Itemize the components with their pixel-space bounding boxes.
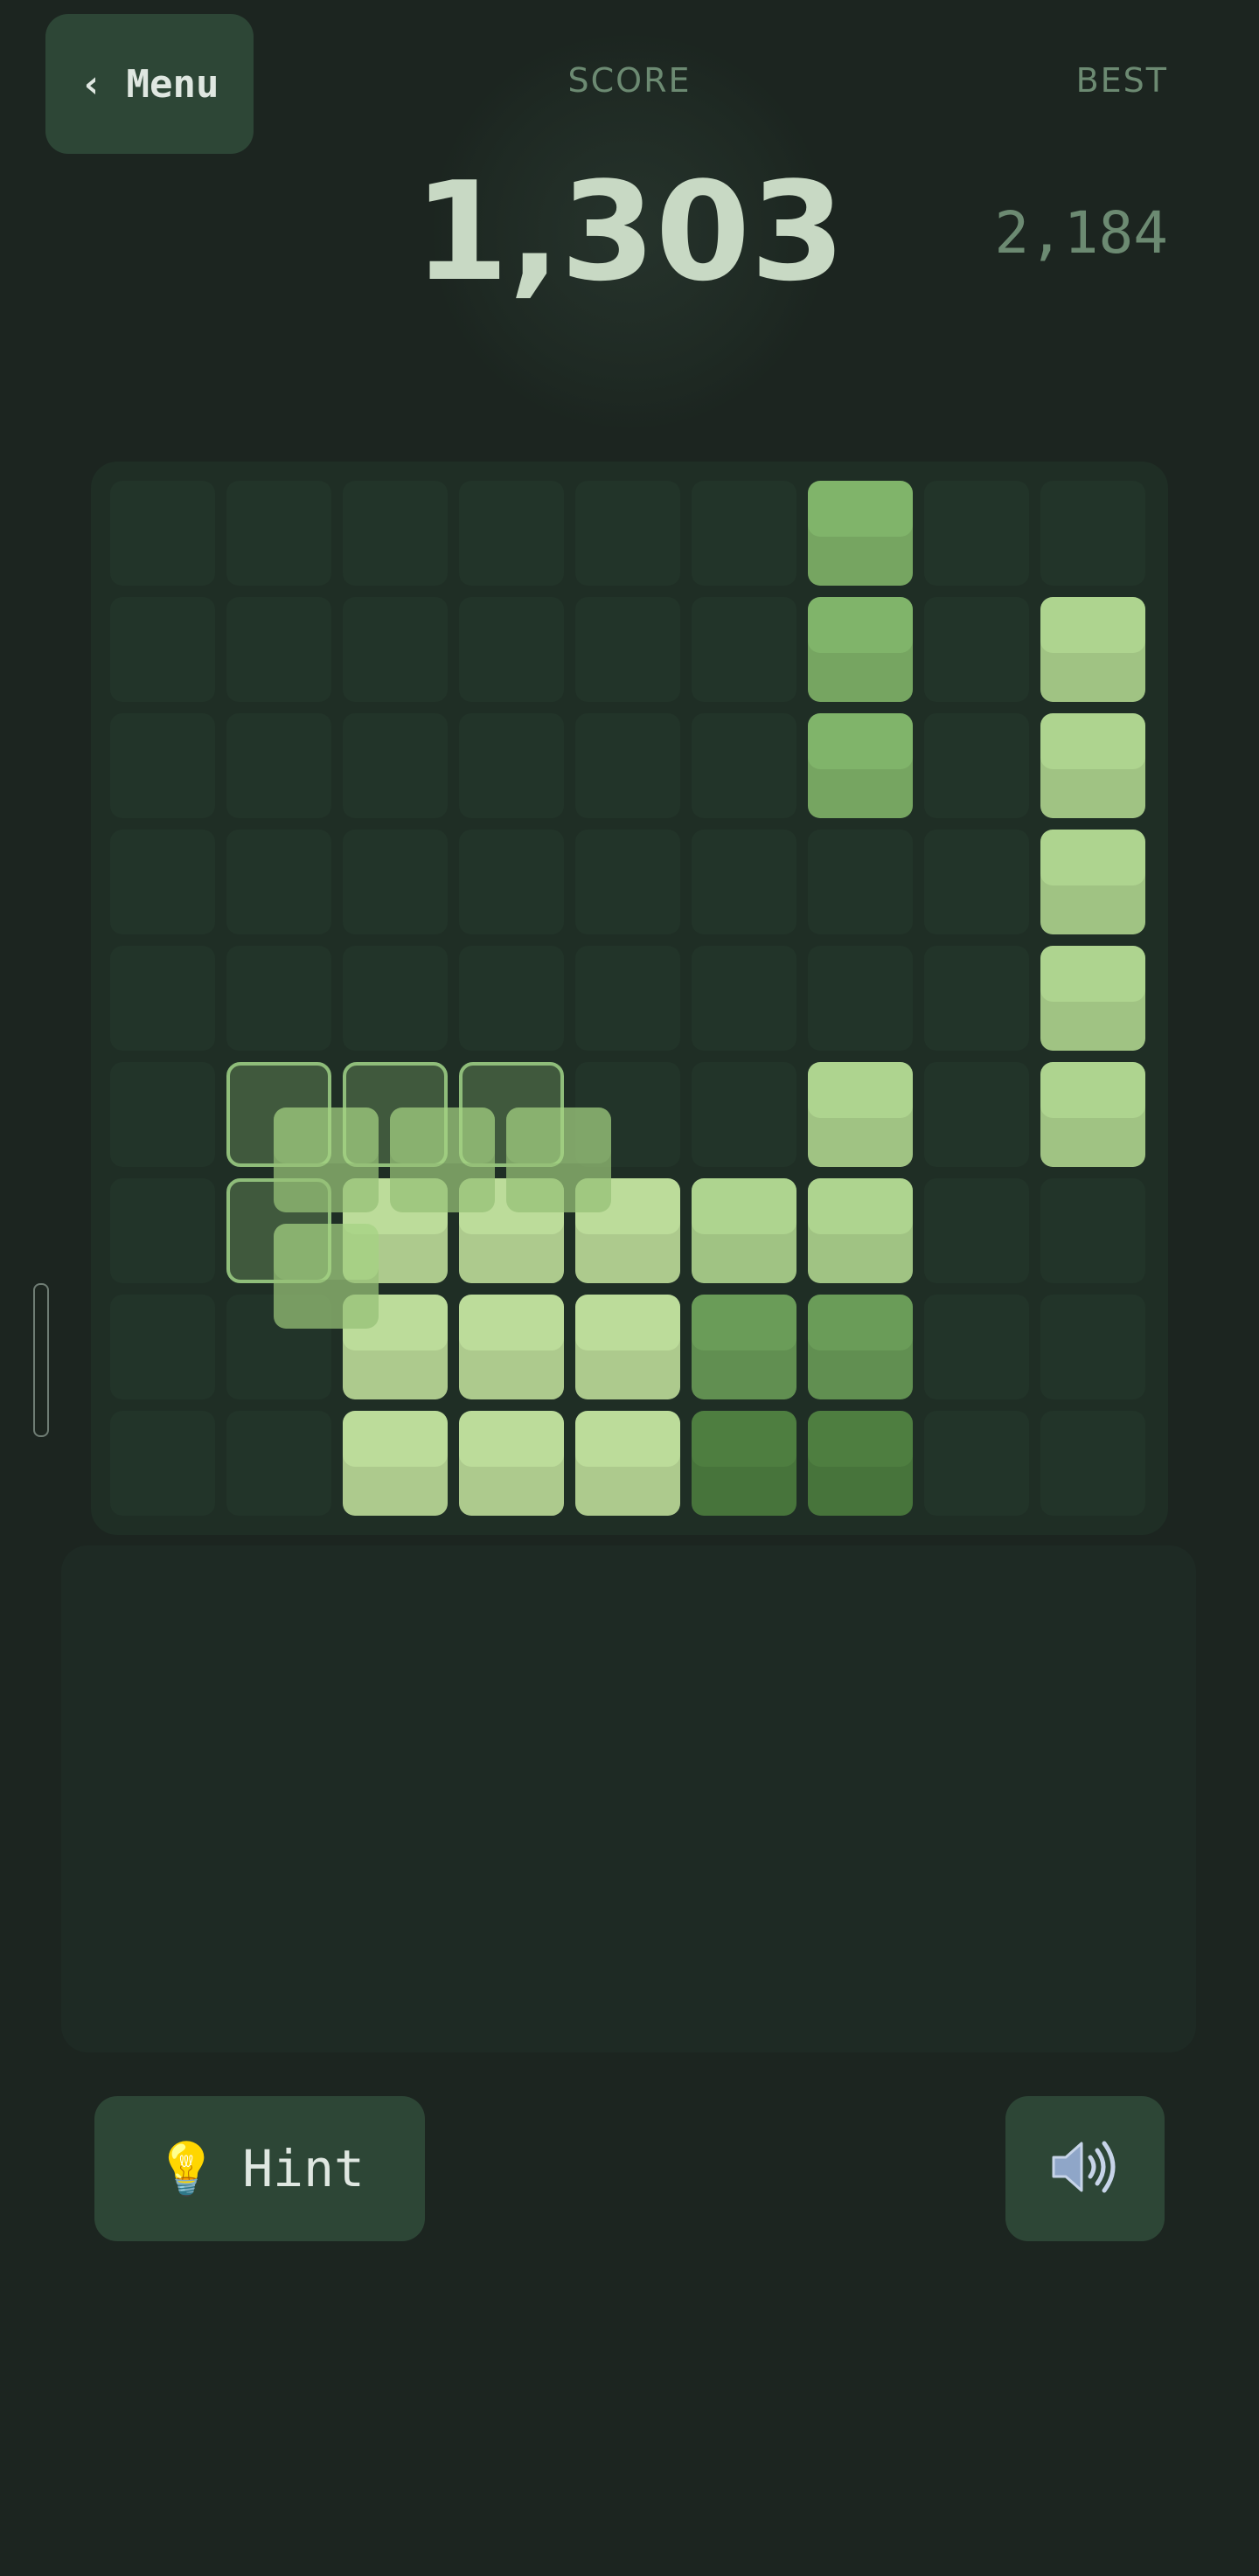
board-cell-empty[interactable] xyxy=(343,946,448,1051)
speaker-icon xyxy=(1048,2136,1122,2201)
board-cell-filled[interactable] xyxy=(692,1178,796,1283)
board-cell-filled[interactable] xyxy=(808,713,913,818)
board-cell-empty[interactable] xyxy=(575,713,680,818)
board-cell-filled[interactable] xyxy=(575,1295,680,1399)
board-cell-empty[interactable] xyxy=(575,597,680,702)
dragged-piece-block[interactable] xyxy=(506,1107,611,1212)
board-cell-empty[interactable] xyxy=(343,830,448,934)
board-cell-empty[interactable] xyxy=(924,1411,1029,1516)
board-cell-filled[interactable] xyxy=(459,1411,564,1516)
board-cell-empty[interactable] xyxy=(343,481,448,586)
board-cell-empty[interactable] xyxy=(226,597,331,702)
board-cell-empty[interactable] xyxy=(808,946,913,1051)
board-cell-empty[interactable] xyxy=(459,713,564,818)
sound-button[interactable] xyxy=(1005,2096,1165,2241)
board-cell-filled[interactable] xyxy=(459,1295,564,1399)
board-cell-empty[interactable] xyxy=(692,830,796,934)
board-cell-empty[interactable] xyxy=(924,713,1029,818)
board-cell-empty[interactable] xyxy=(459,481,564,586)
board-cell-empty[interactable] xyxy=(110,1062,215,1167)
score-value: 1,303 xyxy=(414,152,845,311)
board-cell-empty[interactable] xyxy=(924,1295,1029,1399)
board-cell-empty[interactable] xyxy=(575,481,680,586)
board-cell-filled[interactable] xyxy=(1040,946,1145,1051)
board-cell-empty[interactable] xyxy=(110,1178,215,1283)
board-cell-filled[interactable] xyxy=(1040,1062,1145,1167)
scroll-handle[interactable] xyxy=(33,1283,49,1437)
menu-button[interactable]: ‹ Menu xyxy=(45,14,254,154)
board-cell-empty[interactable] xyxy=(1040,1411,1145,1516)
board-cell-filled[interactable] xyxy=(808,1411,913,1516)
board-cell-filled[interactable] xyxy=(808,1062,913,1167)
dragged-piece-block[interactable] xyxy=(274,1107,379,1212)
board-cell-empty[interactable] xyxy=(226,830,331,934)
board-cell-empty[interactable] xyxy=(692,597,796,702)
board-cell-empty[interactable] xyxy=(110,946,215,1051)
game-board[interactable] xyxy=(91,462,1168,1535)
board-cell-filled[interactable] xyxy=(808,1178,913,1283)
board-cell-empty[interactable] xyxy=(692,481,796,586)
hint-label: Hint xyxy=(242,2139,365,2198)
board-cell-filled[interactable] xyxy=(1040,830,1145,934)
game-screen: ‹ Menu SCORE 1,303 BEST 2,184 💡 Hint xyxy=(0,0,1259,2576)
board-cell-empty[interactable] xyxy=(1040,481,1145,586)
board-cell-empty[interactable] xyxy=(808,830,913,934)
board-cell-filled[interactable] xyxy=(1040,597,1145,702)
board-cell-empty[interactable] xyxy=(110,1295,215,1399)
board-cell-empty[interactable] xyxy=(924,830,1029,934)
best-value: 2,184 xyxy=(994,199,1168,267)
board-cell-empty[interactable] xyxy=(924,946,1029,1051)
board-cell-empty[interactable] xyxy=(459,946,564,1051)
board-cell-empty[interactable] xyxy=(924,481,1029,586)
dragged-piece-block[interactable] xyxy=(390,1107,495,1212)
board-cell-empty[interactable] xyxy=(110,597,215,702)
board-cell-empty[interactable] xyxy=(692,1062,796,1167)
board-cell-filled[interactable] xyxy=(692,1411,796,1516)
dragged-piece-block[interactable] xyxy=(274,1224,379,1329)
board-cell-empty[interactable] xyxy=(226,946,331,1051)
board-cell-empty[interactable] xyxy=(1040,1178,1145,1283)
board-cell-empty[interactable] xyxy=(110,713,215,818)
board-cell-empty[interactable] xyxy=(110,1411,215,1516)
best-label: BEST xyxy=(1075,61,1168,100)
score-label: SCORE xyxy=(567,61,692,100)
lightbulb-icon: 💡 xyxy=(155,2139,219,2198)
board-cell-filled[interactable] xyxy=(575,1411,680,1516)
board-cell-empty[interactable] xyxy=(110,481,215,586)
hint-button[interactable]: 💡 Hint xyxy=(94,2096,425,2241)
board-cell-filled[interactable] xyxy=(1040,713,1145,818)
board-cell-empty[interactable] xyxy=(924,597,1029,702)
board-cell-empty[interactable] xyxy=(692,946,796,1051)
board-cell-empty[interactable] xyxy=(924,1062,1029,1167)
board-cell-filled[interactable] xyxy=(692,1295,796,1399)
piece-tray[interactable] xyxy=(61,1545,1196,2052)
board-cell-empty[interactable] xyxy=(226,481,331,586)
board-cell-filled[interactable] xyxy=(343,1411,448,1516)
board-cell-empty[interactable] xyxy=(924,1178,1029,1283)
board-cell-empty[interactable] xyxy=(692,713,796,818)
board-cell-filled[interactable] xyxy=(808,481,913,586)
board-cell-empty[interactable] xyxy=(110,830,215,934)
board-cell-filled[interactable] xyxy=(808,1295,913,1399)
board-cell-empty[interactable] xyxy=(459,597,564,702)
board-cell-filled[interactable] xyxy=(808,597,913,702)
board-cell-empty[interactable] xyxy=(459,830,564,934)
board-cell-empty[interactable] xyxy=(1040,1295,1145,1399)
board-cell-empty[interactable] xyxy=(226,713,331,818)
board-cell-empty[interactable] xyxy=(343,597,448,702)
board-cell-empty[interactable] xyxy=(226,1411,331,1516)
board-cell-empty[interactable] xyxy=(575,946,680,1051)
board-cell-empty[interactable] xyxy=(575,830,680,934)
board-cell-empty[interactable] xyxy=(343,713,448,818)
